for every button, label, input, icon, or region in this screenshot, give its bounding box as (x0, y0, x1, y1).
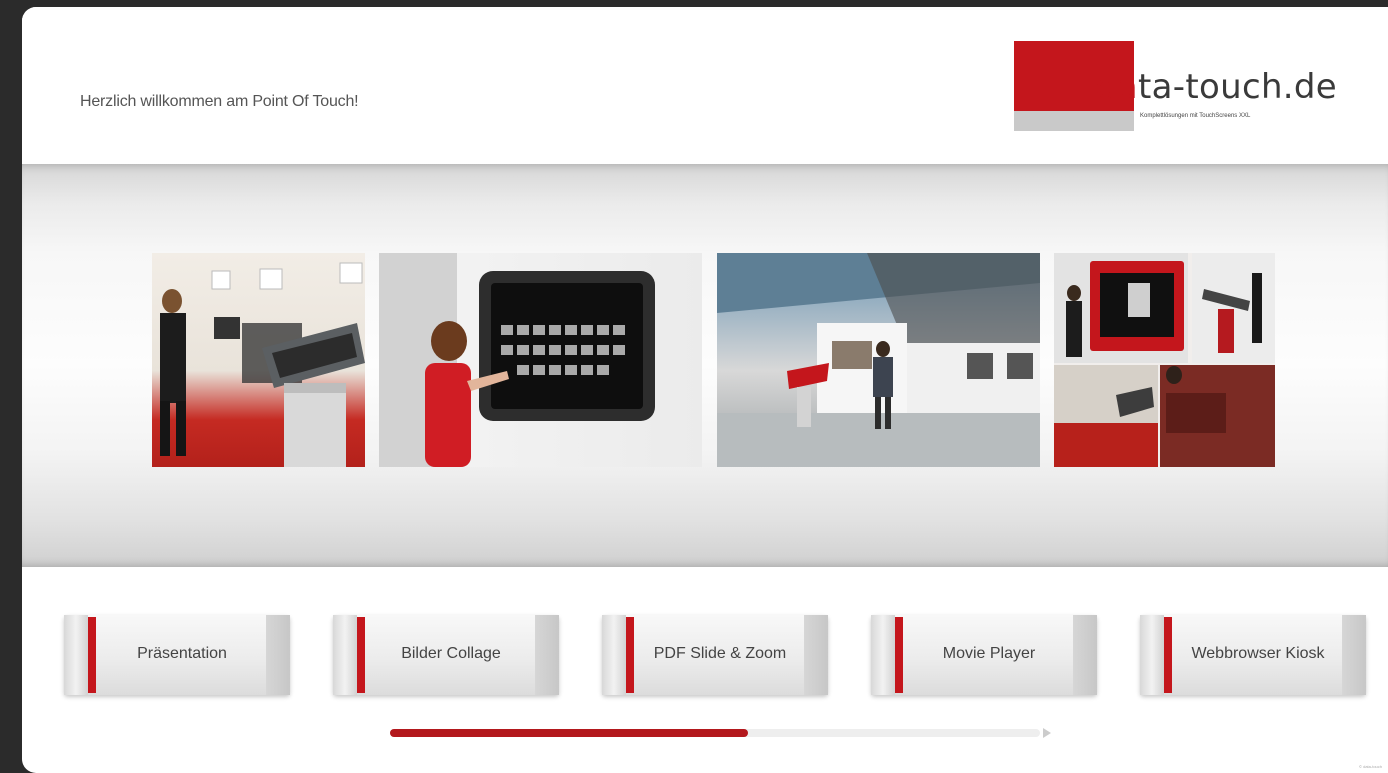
pdf-slide-zoom-button[interactable]: PDF Slide & Zoom (602, 615, 828, 695)
praesentation-button[interactable]: Präsentation (64, 615, 290, 695)
logo-wordmark-rest: ta-touch.de (1138, 67, 1337, 107)
webbrowser-kiosk-button[interactable]: Webbrowser Kiosk (1140, 615, 1366, 695)
logo-grey-block (1014, 111, 1134, 131)
button-accent-bar (357, 617, 365, 693)
header: Herzlich willkommen am Point Of Touch! d… (22, 7, 1388, 164)
red-touch-displays-collage-photo[interactable] (1054, 253, 1275, 467)
button-label: PDF Slide & Zoom (653, 645, 787, 662)
booth-illustration (160, 262, 365, 467)
button-accent-bar (895, 617, 903, 693)
bilder-collage-button[interactable]: Bilder Collage (333, 615, 559, 695)
touch-terminal-exhibition-booth-photo[interactable] (152, 253, 365, 467)
wall-touchscreen-illustration (379, 253, 655, 467)
logo-tagline: Komplettlösungen mit TouchScreens XXL (1140, 113, 1251, 119)
button-label: Bilder Collage (401, 645, 501, 662)
collage-illustration (1054, 253, 1275, 467)
woman-touching-wall-touchscreen-photo[interactable] (379, 253, 702, 467)
button-accent-bar (1164, 617, 1172, 693)
button-accent-bar (88, 617, 96, 693)
atrium-illustration (717, 253, 1040, 467)
logo-wordmark: data-touch.de (1095, 67, 1337, 107)
scroll-progress-track[interactable] (390, 729, 1040, 737)
company-logo[interactable]: data-touch.de Komplettlösungen mit Touch… (1014, 41, 1362, 133)
button-accent-bar (626, 617, 634, 693)
logo-wordmark-accent: da (1095, 67, 1139, 107)
button-label: Präsentation (137, 645, 227, 662)
feature-menu: Präsentation Bilder Collage PDF Slide & … (22, 615, 1388, 695)
button-label: Movie Player (942, 645, 1036, 662)
arrow-right-icon[interactable] (1043, 728, 1051, 738)
scroll-progress-fill (390, 729, 748, 737)
button-label: Webbrowser Kiosk (1191, 645, 1325, 662)
welcome-text: Herzlich willkommen am Point Of Touch! (80, 93, 359, 110)
app-screen: Herzlich willkommen am Point Of Touch! d… (22, 7, 1388, 773)
movie-player-button[interactable]: Movie Player (871, 615, 1097, 695)
touch-kiosk-in-atrium-photo[interactable] (717, 253, 1040, 467)
copyright-text: © data-touch (1359, 764, 1382, 769)
